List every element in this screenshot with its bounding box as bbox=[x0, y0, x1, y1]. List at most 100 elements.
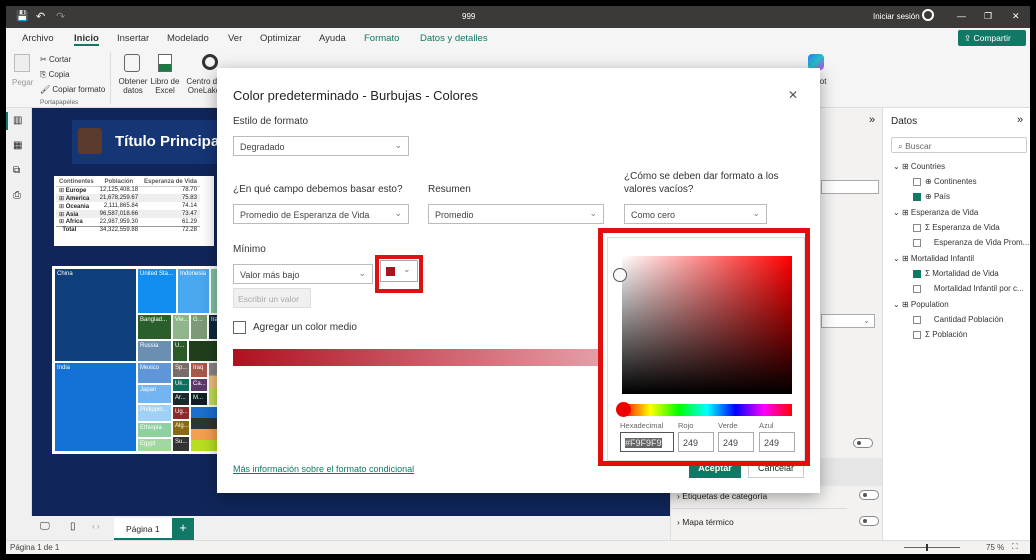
dax-view-icon[interactable]: ⎙ bbox=[13, 190, 21, 201]
save-icon[interactable]: 💾 bbox=[16, 11, 28, 22]
treemap-tile[interactable]: Russia bbox=[137, 340, 172, 362]
category-labels-toggle[interactable] bbox=[859, 490, 879, 500]
field-item[interactable]: ⊕ País bbox=[913, 192, 950, 201]
tab-ver[interactable]: Ver bbox=[228, 33, 242, 44]
paste-button[interactable]: Pegar bbox=[12, 78, 33, 87]
sign-in-link[interactable]: Iniciar sesión bbox=[873, 12, 920, 21]
zoom-slider-handle[interactable] bbox=[926, 544, 928, 551]
tab-formato[interactable]: Formato bbox=[364, 33, 399, 44]
treemap-tile[interactable]: Vie... bbox=[172, 314, 190, 340]
collapse-format-pane-icon[interactable]: » bbox=[869, 114, 875, 126]
tab-insertar[interactable]: Insertar bbox=[117, 33, 149, 44]
fit-page-icon[interactable]: ⛶ bbox=[1012, 542, 1018, 552]
field-dropdown[interactable]: Promedio de Esperanza de Vida ⌄ bbox=[233, 204, 409, 224]
treemap-tile[interactable] bbox=[188, 340, 220, 362]
hue-slider[interactable] bbox=[622, 404, 792, 416]
restore-button[interactable]: ❐ bbox=[984, 11, 992, 22]
format-style-dropdown[interactable]: Degradado ⌄ bbox=[233, 136, 409, 156]
format-dropdown[interactable]: ⌄ bbox=[821, 314, 875, 328]
field-item[interactable]: Cantidad Población bbox=[913, 315, 1003, 324]
treemap-tile[interactable]: Uk... bbox=[172, 378, 190, 392]
cut-button[interactable]: ✂ Cortar bbox=[40, 55, 71, 64]
treemap-tile[interactable]: India bbox=[54, 362, 137, 452]
collapse-data-pane-icon[interactable]: » bbox=[1017, 114, 1023, 126]
copy-button[interactable]: ⎘ Copia bbox=[40, 70, 70, 80]
table-view-icon[interactable]: ▦ bbox=[13, 140, 22, 151]
saturation-handle[interactable] bbox=[613, 268, 627, 282]
data-search-input[interactable]: ⌕ Buscar bbox=[891, 137, 1027, 153]
treemap-tile[interactable]: G... bbox=[190, 314, 208, 340]
report-view-icon[interactable]: ▥ bbox=[13, 115, 22, 126]
get-data-button[interactable]: Obtener datos bbox=[116, 77, 150, 95]
field-item[interactable]: Σ Esperanza de Vida bbox=[913, 223, 1000, 232]
tab-datos-detalles[interactable]: Datos y detalles bbox=[420, 33, 488, 44]
treemap-tile[interactable]: M... bbox=[190, 392, 208, 406]
minimize-button[interactable]: — bbox=[957, 11, 966, 21]
undo-icon[interactable]: ↶ bbox=[36, 10, 45, 23]
treemap-tile[interactable]: Ca... bbox=[190, 378, 208, 392]
treemap[interactable]: China India United Sta... Indonesia Bang… bbox=[52, 266, 222, 454]
format-painter-button[interactable]: 🖌 Copiar formato bbox=[40, 85, 105, 94]
format-search-input[interactable] bbox=[821, 180, 879, 194]
redo-icon[interactable]: ↷ bbox=[56, 10, 65, 23]
model-view-icon[interactable]: ⧉ bbox=[13, 165, 20, 176]
treemap-tile[interactable]: Japan bbox=[137, 384, 172, 404]
treemap-tile[interactable]: United Sta... bbox=[137, 268, 177, 314]
treemap-tile[interactable] bbox=[190, 406, 220, 452]
treemap-tile[interactable]: Egypt bbox=[137, 438, 172, 452]
minimum-dropdown[interactable]: Valor más bajo ⌄ bbox=[233, 264, 373, 284]
treemap-tile[interactable]: U... bbox=[172, 340, 188, 362]
treemap-tile[interactable]: Mexico bbox=[137, 362, 172, 384]
page-tab-1[interactable]: Página 1 bbox=[114, 518, 172, 540]
treemap-tile[interactable]: Iraq bbox=[190, 362, 208, 378]
desktop-view-icon[interactable]: 🖵 bbox=[40, 521, 50, 532]
table-esperanza[interactable]: ⌄ ⊞ Esperanza de Vida bbox=[893, 208, 978, 217]
treemap-tile[interactable]: China bbox=[54, 268, 137, 362]
blue-input[interactable]: 249 bbox=[759, 432, 795, 452]
close-window-button[interactable]: ✕ bbox=[1012, 11, 1020, 22]
dialog-close-button[interactable]: ✕ bbox=[788, 88, 798, 102]
heatmap-toggle[interactable] bbox=[859, 516, 879, 526]
avatar-icon[interactable] bbox=[922, 9, 934, 21]
treemap-tile[interactable]: Alg... bbox=[172, 420, 190, 436]
treemap-tile[interactable]: Banglad... bbox=[137, 314, 172, 340]
tab-ayuda[interactable]: Ayuda bbox=[319, 33, 346, 44]
field-item[interactable]: ⊕ Continentes bbox=[913, 177, 977, 186]
treemap-tile[interactable]: Ar... bbox=[172, 392, 190, 406]
summary-dropdown[interactable]: Promedio ⌄ bbox=[428, 204, 604, 224]
col-header[interactable]: Continentes bbox=[56, 178, 97, 186]
empty-values-dropdown[interactable]: Como cero ⌄ bbox=[624, 204, 767, 224]
field-item[interactable]: Esperanza de Vida Prom... bbox=[913, 238, 1029, 247]
add-page-button[interactable]: + bbox=[172, 518, 194, 540]
min-color-button[interactable]: ⌄ bbox=[380, 260, 418, 282]
table-mortalidad[interactable]: ⌄ ⊞ Mortalidad Infantil bbox=[893, 254, 974, 263]
treemap-tile[interactable]: Ug... bbox=[172, 406, 190, 420]
tab-archivo[interactable]: Archivo bbox=[22, 33, 54, 44]
share-button[interactable]: ⇪ Compartir ⌄ bbox=[958, 30, 1026, 54]
treemap-tile[interactable]: Ethiopia bbox=[137, 422, 172, 438]
zoom-slider[interactable] bbox=[904, 544, 960, 551]
saturation-area[interactable] bbox=[622, 256, 792, 394]
field-item[interactable]: Mortalidad Infantil por c... bbox=[913, 284, 1024, 293]
treemap-tile[interactable]: Su... bbox=[172, 436, 190, 452]
summary-table[interactable]: Continentes Población Esperanza de Vida ⊞ … bbox=[54, 176, 214, 246]
table-countries[interactable]: ⌄ ⊞ Countries bbox=[893, 162, 945, 171]
tab-inicio[interactable]: Inicio bbox=[74, 33, 99, 46]
hue-handle[interactable] bbox=[616, 402, 631, 417]
treemap-tile[interactable]: Philippin... bbox=[137, 404, 172, 422]
treemap-tile[interactable]: Sp... bbox=[172, 362, 190, 378]
tab-modelado[interactable]: Modelado bbox=[167, 33, 209, 44]
field-item[interactable]: Σ Población bbox=[913, 330, 967, 339]
prev-page-icon[interactable]: ‹ › bbox=[92, 522, 100, 531]
hex-input[interactable]: #F9F9F9 bbox=[620, 432, 674, 452]
treemap-tile[interactable]: Indonesia bbox=[177, 268, 210, 314]
mobile-view-icon[interactable]: ▯ bbox=[70, 521, 76, 532]
more-info-link[interactable]: Más información sobre el formato condici… bbox=[233, 464, 414, 474]
tab-optimizar[interactable]: Optimizar bbox=[260, 33, 301, 44]
middle-color-checkbox[interactable] bbox=[233, 321, 246, 334]
excel-button[interactable]: Libro de Excel bbox=[148, 77, 182, 95]
heatmap-section[interactable]: › Mapa térmico bbox=[677, 517, 734, 527]
enter-value-input[interactable]: Escribir un valor bbox=[233, 288, 311, 308]
field-item[interactable]: Σ Mortalidad de Vida bbox=[913, 269, 999, 278]
toggle[interactable] bbox=[853, 438, 873, 448]
